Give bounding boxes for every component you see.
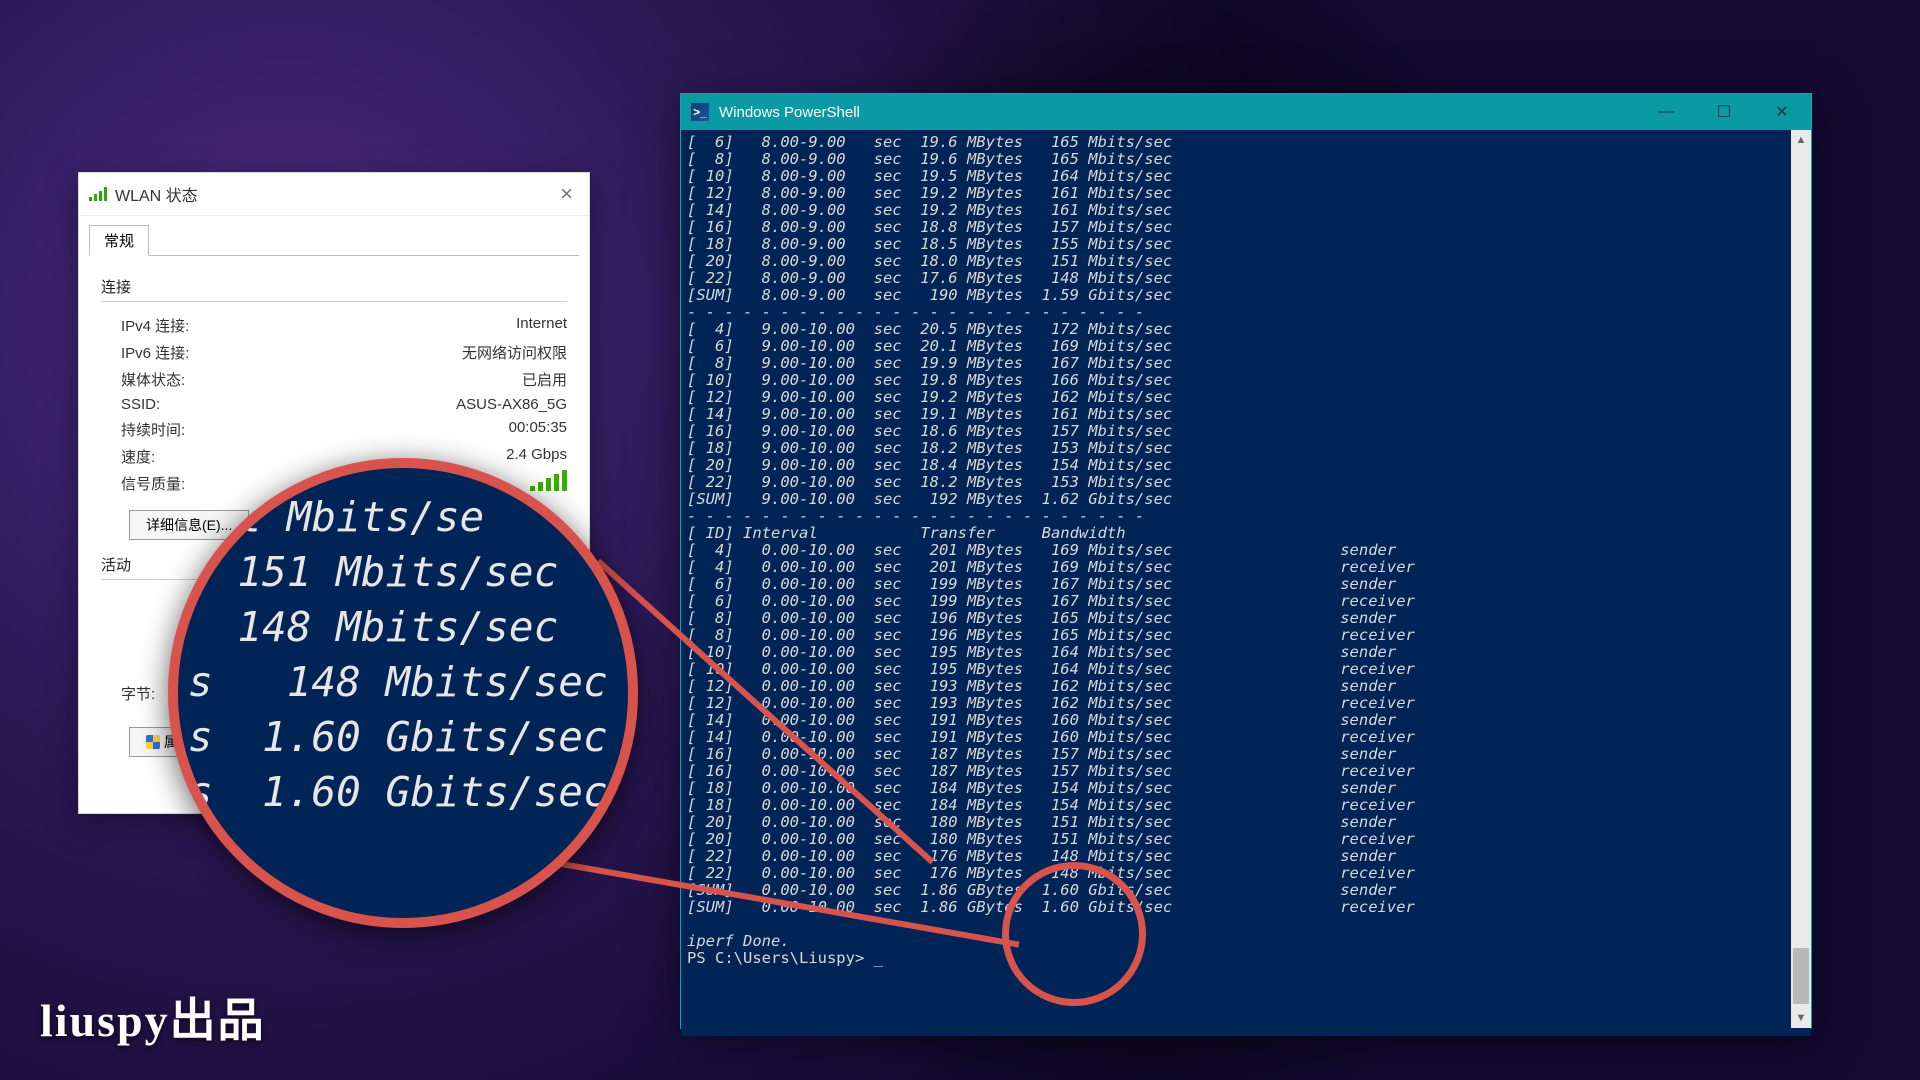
duration-value: 00:05:35 [509, 419, 567, 440]
minimize-button[interactable]: — [1637, 94, 1695, 130]
media-label: 媒体状态: [121, 369, 185, 390]
ipv6-value: 无网络访问权限 [462, 342, 567, 363]
speed-value: 2.4 Gbps [506, 446, 567, 467]
scroll-thumb[interactable] [1793, 948, 1809, 1004]
ipv6-label: IPv6 连接: [121, 342, 189, 363]
watermark-text: liuspy出品 [40, 984, 266, 1050]
wlan-title: WLAN 状态 [115, 182, 198, 206]
window-close-button[interactable]: ✕ [1753, 94, 1811, 130]
signal-quality-label: 信号质量: [121, 473, 185, 495]
scroll-up-icon[interactable]: ▲ [1791, 130, 1811, 150]
scroll-down-icon[interactable]: ▼ [1791, 1008, 1811, 1028]
shield-icon [146, 735, 160, 749]
scrollbar[interactable]: ▲ ▼ [1791, 130, 1811, 1028]
bytes-label: 字节: [121, 683, 155, 704]
magnifier-lens: .ul Mbits/se 151 Mbits/sec 148 Mbits/sec… [168, 458, 638, 928]
powershell-window: >_ Windows PowerShell — ☐ ✕ [ 6] 8.00-9.… [680, 93, 1812, 1029]
terminal-output[interactable]: [ 6] 8.00-9.00 sec 19.6 MBytes 165 Mbits… [681, 130, 1811, 1036]
signal-bars-icon [530, 473, 567, 491]
highlight-ring [1002, 862, 1146, 1006]
wlan-titlebar[interactable]: WLAN 状态 × [79, 173, 589, 216]
ssid-label: SSID: [121, 396, 160, 413]
media-value: 已启用 [522, 369, 567, 390]
close-icon[interactable]: × [554, 183, 579, 205]
powershell-title: Windows PowerShell [719, 104, 860, 121]
tab-general[interactable]: 常规 [89, 225, 149, 256]
section-connection: 连接 [101, 276, 567, 297]
magnifier-content: .ul Mbits/se 151 Mbits/sec 148 Mbits/sec… [178, 468, 628, 820]
wifi-signal-icon [89, 187, 107, 201]
speed-label: 速度: [121, 446, 155, 467]
duration-label: 持续时间: [121, 419, 185, 440]
maximize-button[interactable]: ☐ [1695, 94, 1753, 130]
powershell-icon: >_ [691, 103, 709, 121]
ipv4-value: Internet [516, 315, 567, 336]
powershell-titlebar[interactable]: >_ Windows PowerShell — ☐ ✕ [681, 94, 1811, 130]
ipv4-label: IPv4 连接: [121, 315, 189, 336]
ssid-value: ASUS-AX86_5G [456, 396, 567, 413]
